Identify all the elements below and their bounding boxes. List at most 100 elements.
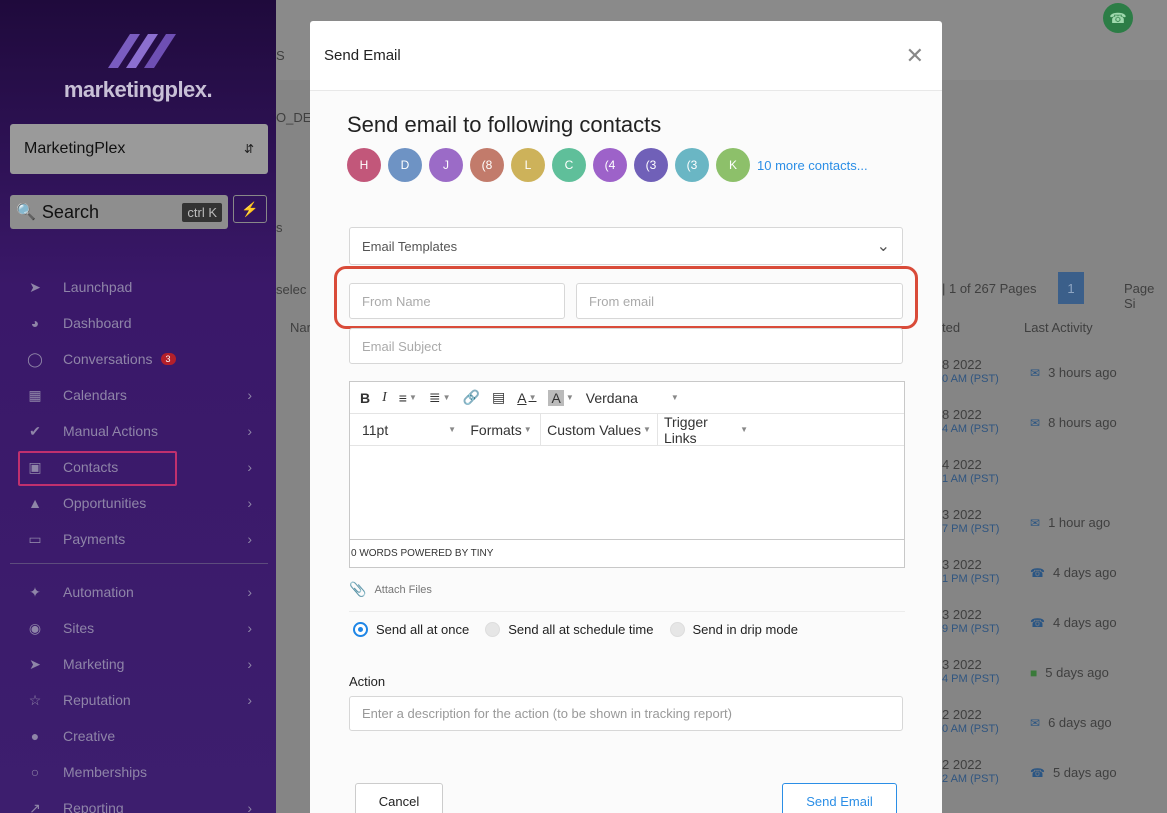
italic-icon[interactable]: I [376, 382, 393, 414]
from-name-placeholder: From Name [362, 293, 431, 309]
email-templates-select[interactable]: Email Templates ⌄ [349, 227, 903, 265]
avatar[interactable]: (3 [675, 148, 709, 182]
quick-actions-button[interactable]: ⚡ [233, 195, 267, 223]
more-contacts-link[interactable]: 10 more contacts... [757, 158, 868, 173]
pagination-current-page[interactable]: 1 [1058, 272, 1084, 304]
sidebar-item-label: Memberships [63, 764, 148, 780]
divider [349, 611, 905, 612]
editor-status-bar: 0 WORDS POWERED BY TINY [350, 540, 904, 567]
editor-content-area[interactable] [350, 446, 904, 540]
phone-icon[interactable]: ☎ [1103, 3, 1133, 33]
magic-wand-icon: ✦ [29, 583, 41, 600]
font-family-select[interactable]: Verdana ▼ [580, 382, 685, 414]
row-time: 7 PM (PST) [942, 523, 1000, 535]
editor-toolbar-row-2: 11pt ▼ Formats ▼ Custom Values ▼ Trigger Li… [350, 413, 904, 446]
row-date: 3 2022 [942, 607, 982, 622]
trigger-links-menu[interactable]: Trigger Links ▼ [658, 414, 754, 446]
table-row[interactable]: 8 2022 0 AM (PST) ✉ 3 hours ago [942, 357, 1167, 407]
sidebar-item-opportunities[interactable]: ▲ Opportunities › [0, 485, 276, 521]
avatar[interactable]: J [429, 148, 463, 182]
text-color-icon[interactable]: A ▼ [511, 382, 542, 414]
sidebar-item-marketing[interactable]: ➤ Marketing › [0, 646, 276, 682]
col-updated[interactable]: ted [942, 320, 960, 335]
bullet-list-icon[interactable]: ≡ ▼ [393, 382, 423, 414]
account-switcher[interactable]: MarketingPlex ⇵ [10, 124, 268, 174]
sidebar-item-payments[interactable]: ▭ Payments › [0, 521, 276, 557]
table-row[interactable]: 4 2022 1 AM (PST) [942, 457, 1167, 507]
sidebar-item-dashboard[interactable]: ◕ Dashboard [0, 305, 276, 341]
row-activity: 4 days ago [1052, 615, 1117, 630]
sidebar-item-label: Reporting [63, 800, 124, 813]
bg-name-col-fragment: Nar [290, 320, 311, 335]
radio-send-all-at-once[interactable]: Send all at once [353, 622, 469, 637]
avatar[interactable]: (4 [593, 148, 627, 182]
from-name-input[interactable]: From Name [349, 283, 565, 319]
search-input[interactable]: 🔍 Search ctrl K [10, 195, 228, 229]
numbered-list-icon[interactable]: ≣ ▼ [423, 382, 457, 414]
row-activity: 3 hours ago [1048, 365, 1117, 380]
contacts-highlight-annotation [18, 451, 177, 486]
sidebar-item-reporting[interactable]: ↗ Reporting › [0, 790, 276, 813]
col-last-activity[interactable]: Last Activity [1024, 320, 1093, 335]
font-size-select[interactable]: 11pt ▼ [350, 414, 462, 446]
avatar[interactable]: C [552, 148, 586, 182]
table-row[interactable]: 3 2022 4 PM (PST) ■ 5 days ago [942, 657, 1167, 707]
attach-files-button[interactable]: 📎 Attach Files [349, 581, 432, 598]
row-time: 9 PM (PST) [942, 623, 1000, 635]
send-email-button[interactable]: Send Email [782, 783, 897, 813]
background-color-icon[interactable]: A ▼ [542, 382, 579, 414]
avatar[interactable]: (8 [470, 148, 504, 182]
avatar[interactable]: K [716, 148, 750, 182]
sidebar-item-label: Launchpad [63, 279, 133, 295]
trigger-links-label: Trigger Links [664, 413, 708, 446]
sidebar-item-label: Marketing [63, 656, 125, 672]
row-date: 8 2022 [942, 407, 982, 422]
row-activity: 5 days ago [1045, 665, 1109, 680]
email-subject-input[interactable]: Email Subject [349, 328, 903, 364]
sidebar-item-label: Reputation [63, 692, 131, 708]
sidebar-item-launchpad[interactable]: ➤ Launchpad [0, 269, 276, 305]
avatar[interactable]: L [511, 148, 545, 182]
bg-select-fragment: selec [276, 282, 307, 297]
row-activity: 5 days ago [1052, 765, 1117, 780]
avatar[interactable]: H [347, 148, 381, 182]
radio-send-at-schedule[interactable]: Send all at schedule time [485, 622, 654, 637]
image-icon[interactable]: ▤ [486, 382, 511, 414]
sidebar-item-sites[interactable]: ◉ Sites › [0, 610, 276, 646]
sidebar-item-creative[interactable]: ● Creative [0, 718, 276, 754]
search-icon: 🔍 [16, 204, 36, 221]
sidebar-item-automation[interactable]: ✦ Automation › [0, 574, 276, 610]
radio-send-drip-mode[interactable]: Send in drip mode [669, 622, 798, 637]
action-label: Action [349, 674, 386, 689]
sidebar-item-conversations[interactable]: ◯ Conversations 3 [0, 341, 276, 377]
link-icon[interactable]: 🔗 [457, 382, 486, 414]
from-email-input[interactable]: From email [576, 283, 903, 319]
sidebar-item-memberships[interactable]: ○ Memberships [0, 754, 276, 790]
avatar[interactable]: (3 [634, 148, 668, 182]
formats-menu[interactable]: Formats ▼ [462, 414, 540, 446]
action-description-input[interactable]: Enter a description for the action (to b… [349, 696, 903, 731]
sidebar-item-manual-actions[interactable]: ✔ Manual Actions › [0, 413, 276, 449]
table-row[interactable]: 8 2022 4 AM (PST) ✉ 8 hours ago [942, 407, 1167, 457]
table-row[interactable]: 3 2022 7 PM (PST) ✉ 1 hour ago [942, 507, 1167, 557]
chevron-right-icon: › [247, 656, 252, 672]
avatar[interactable]: D [388, 148, 422, 182]
table-row[interactable]: 3 2022 1 PM (PST) ☎ 4 days ago [942, 557, 1167, 607]
sidebar-divider [10, 563, 268, 564]
table-row[interactable]: 2 2022 2 AM (PST) ☎ 5 days ago [942, 757, 1167, 807]
font-size-value: 11pt [362, 421, 389, 438]
radio-label: Send all at once [376, 622, 470, 637]
sidebar-item-label: Opportunities [63, 495, 147, 511]
table-row[interactable]: 2 2022 0 AM (PST) ✉ 6 days ago [942, 707, 1167, 757]
table-row[interactable]: 3 2022 9 PM (PST) ☎ 4 days ago [942, 607, 1167, 657]
sidebar-item-reputation[interactable]: ☆ Reputation › [0, 682, 276, 718]
close-icon[interactable]: ✕ [906, 45, 924, 67]
bold-icon[interactable]: B [350, 382, 376, 414]
sidebar-item-calendars[interactable]: ▦ Calendars › [0, 377, 276, 413]
send-mode-options: Send all at once Send all at schedule ti… [353, 622, 814, 637]
chevron-right-icon: › [247, 423, 252, 439]
page-size-label[interactable]: Page Si [1124, 281, 1167, 311]
custom-values-menu[interactable]: Custom Values ▼ [541, 414, 657, 446]
calendar-icon: ▦ [28, 386, 42, 403]
cancel-button[interactable]: Cancel [355, 783, 443, 813]
